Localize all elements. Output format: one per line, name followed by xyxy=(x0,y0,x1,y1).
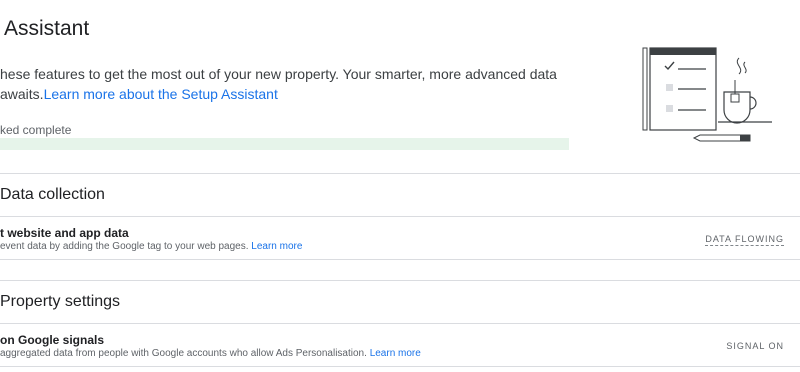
description-line-1: hese features to get the most out of you… xyxy=(0,66,557,82)
checklist-coffee-illustration-icon xyxy=(642,47,772,142)
data-collection-header: Data collection xyxy=(0,174,800,217)
progress-label: ked complete xyxy=(0,123,72,137)
collect-data-subtitle: event data by adding the Google tag to y… xyxy=(0,241,302,252)
collect-data-subtitle-text: event data by adding the Google tag to y… xyxy=(0,241,249,252)
google-signals-subtitle-text: aggregated data from people with Google … xyxy=(0,348,367,359)
page-description: hese features to get the most out of you… xyxy=(0,64,560,104)
data-collection-card: Data collection t website and app data e… xyxy=(0,173,800,260)
property-settings-header: Property settings xyxy=(0,281,800,324)
progress-bar-fill xyxy=(0,138,569,150)
progress-bar xyxy=(0,138,569,150)
google-signals-learn-more-link[interactable]: Learn more xyxy=(370,348,421,359)
collect-data-learn-more-link[interactable]: Learn more xyxy=(251,241,302,252)
collect-website-app-data-row[interactable]: t website and app data event data by add… xyxy=(0,217,800,259)
description-line-2: awaits. xyxy=(0,86,44,102)
google-signals-subtitle: aggregated data from people with Google … xyxy=(0,348,421,359)
property-settings-card: Property settings on Google signals aggr… xyxy=(0,280,800,367)
setup-assistant-learn-more-link[interactable]: Learn more about the Setup Assistant xyxy=(44,86,278,102)
google-signals-title: on Google signals xyxy=(0,333,105,347)
google-signals-row[interactable]: on Google signals aggregated data from p… xyxy=(0,324,800,366)
signal-on-status[interactable]: SIGNAL ON xyxy=(726,341,784,351)
data-flowing-status[interactable]: DATA FLOWING xyxy=(705,234,784,246)
collect-data-title: t website and app data xyxy=(0,226,129,240)
page-title: Assistant xyxy=(4,17,90,40)
